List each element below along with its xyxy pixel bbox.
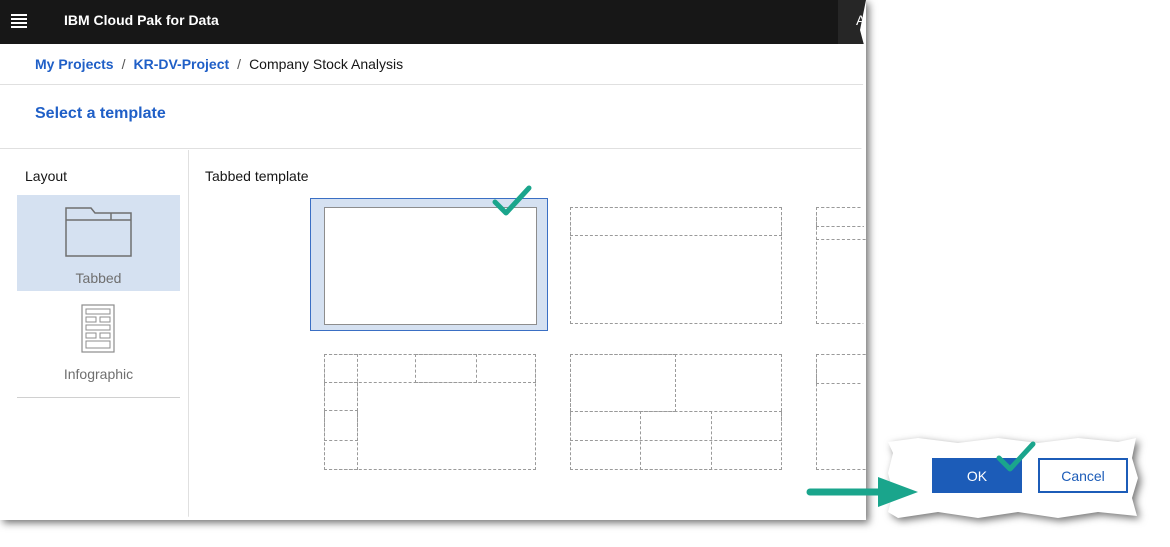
top-bar: IBM Cloud Pak for Data xyxy=(0,0,838,44)
divider xyxy=(17,397,180,398)
app-title: IBM Cloud Pak for Data xyxy=(64,12,219,28)
checkmark-icon xyxy=(996,441,1036,472)
section-label: Tabbed template xyxy=(205,168,309,184)
hamburger-menu-icon[interactable] xyxy=(11,14,27,28)
breadcrumb-project[interactable]: KR-DV-Project xyxy=(133,56,229,72)
checkmark-icon xyxy=(492,185,532,216)
template-cell xyxy=(640,411,712,470)
breadcrumb-current: Company Stock Analysis xyxy=(249,56,404,72)
arrow-icon xyxy=(806,477,918,507)
template-cell xyxy=(816,354,866,384)
layout-item-tabbed[interactable]: Tabbed xyxy=(17,195,180,291)
template-option-grid[interactable] xyxy=(324,354,536,470)
layout-heading: Layout xyxy=(25,168,68,184)
dialog-screenshot: IBM Cloud Pak for Data A My Projects / KR-… xyxy=(0,0,866,520)
layout-item-label: Tabbed xyxy=(75,270,122,286)
breadcrumb-separator: / xyxy=(237,56,242,72)
template-option-header-body[interactable] xyxy=(570,207,782,324)
folder-tab-icon xyxy=(65,207,132,257)
page-title: Select a template xyxy=(35,105,166,122)
divider xyxy=(0,84,866,85)
top-bar-user-area[interactable] xyxy=(838,0,866,44)
template-cell xyxy=(816,207,866,227)
layout-item-infographic[interactable]: Infographic xyxy=(17,296,180,392)
template-option-split[interactable] xyxy=(570,354,782,470)
template-option-sidebar-body[interactable] xyxy=(816,207,866,324)
breadcrumb-separator: / xyxy=(121,56,126,72)
template-cell xyxy=(324,382,358,411)
template-cell xyxy=(324,410,358,441)
divider xyxy=(0,148,866,149)
template-preview xyxy=(324,207,537,325)
cancel-button[interactable]: Cancel xyxy=(1038,458,1128,493)
template-cell xyxy=(816,226,866,240)
breadcrumb-my-projects[interactable]: My Projects xyxy=(35,56,114,72)
template-option-partial[interactable] xyxy=(816,354,866,470)
template-cell xyxy=(415,354,477,383)
sidebar-divider xyxy=(188,150,189,518)
user-initial[interactable]: A xyxy=(856,12,865,28)
template-cell xyxy=(570,354,676,412)
infographic-icon xyxy=(81,304,115,353)
breadcrumb: My Projects / KR-DV-Project / Company Stock … xyxy=(35,56,403,72)
layout-item-label: Infographic xyxy=(63,366,134,382)
template-cell xyxy=(570,207,782,236)
